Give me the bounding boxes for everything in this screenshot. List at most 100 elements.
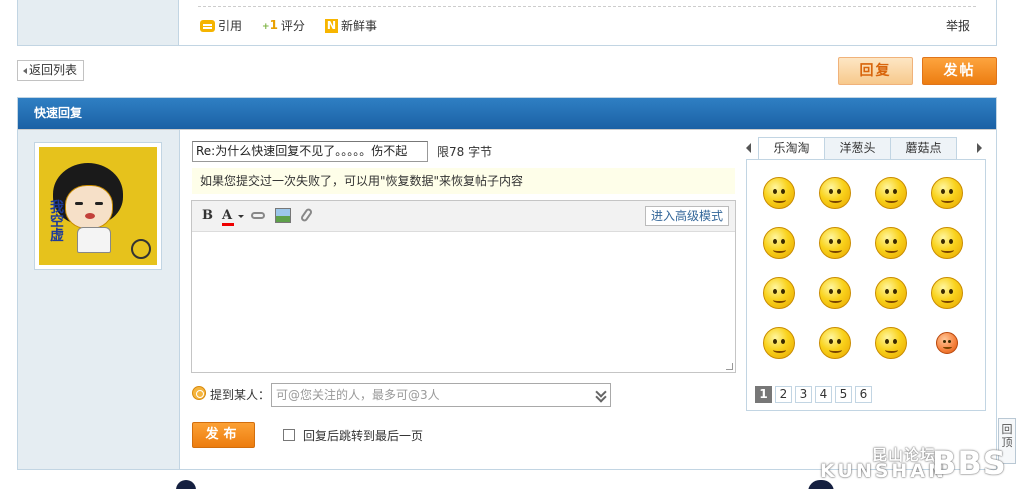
smiley-icon [819, 277, 851, 309]
chevron-left-icon [23, 67, 27, 74]
avatar-text: 我空虚 [50, 200, 64, 244]
page-button[interactable]: 4 [815, 386, 832, 403]
smilies-pagination: 1 2 3 4 5 6 [755, 386, 872, 403]
divider [198, 6, 976, 7]
news-label: 新鲜事 [340, 19, 377, 33]
advanced-mode-button[interactable]: 进入高级模式 [644, 206, 729, 226]
smiley-icon [875, 227, 907, 259]
page-button[interactable]: 1 [755, 386, 772, 403]
page-button[interactable]: 5 [835, 386, 852, 403]
quote-button[interactable]: 引用 [200, 17, 242, 34]
attachment-icon[interactable] [299, 207, 314, 223]
smiley-icon [936, 332, 958, 354]
quote-label: 引用 [218, 19, 243, 33]
news-icon: N [324, 18, 338, 33]
smiley-icon [875, 177, 907, 209]
mention-icon [192, 386, 206, 400]
image-icon[interactable] [275, 208, 291, 223]
smiley-item[interactable] [807, 318, 863, 368]
smiley-icon [763, 277, 795, 309]
smiley-icon [763, 327, 795, 359]
avatar-face [65, 185, 113, 229]
message-textarea[interactable] [192, 232, 735, 372]
smiley-item[interactable] [751, 218, 807, 268]
smiley-icon [931, 177, 963, 209]
rate-label: 评分 [280, 19, 305, 33]
smiley-icon [763, 227, 795, 259]
tab-mushroom[interactable]: 蘑菇点 [890, 137, 957, 159]
quick-reply-panel: 快速回复 我空虚 Re:为什么快速回复不见了。。。。。伤不起 限78 字节 如果… [17, 97, 997, 470]
smiley-icon [763, 177, 795, 209]
jump-last-page-checkbox[interactable] [283, 429, 295, 441]
post-footer-strip: 引用 +1 评分 N 新鲜事 举报 [17, 0, 997, 46]
page-button[interactable]: 2 [775, 386, 792, 403]
avatar-eye [75, 202, 83, 205]
mention-input[interactable]: 可@您关注的人，最多可@3人 [271, 383, 611, 407]
quick-reply-title: 快速回复 [18, 98, 996, 130]
back-to-top-button[interactable]: 回顶 [998, 418, 1016, 464]
rate-button[interactable]: +1 评分 [262, 17, 305, 34]
smiley-item[interactable] [807, 168, 863, 218]
smilies-grid [751, 168, 975, 368]
mention-placeholder: 可@您关注的人，最多可@3人 [276, 388, 440, 402]
restore-notice: 如果您提交过一次失败了，可以用"恢复数据"来恢复帖子内容 [192, 168, 735, 194]
new-post-button[interactable]: 发帖 [922, 57, 997, 85]
avatar-mouth [85, 213, 95, 219]
reply-button[interactable]: 回复 [838, 57, 913, 85]
subject-limit: 限78 字节 [437, 145, 493, 159]
avatar-eye [95, 202, 103, 205]
report-link[interactable]: 举报 [946, 17, 970, 34]
smiley-item[interactable] [807, 218, 863, 268]
news-button[interactable]: N 新鲜事 [324, 17, 377, 34]
editor: B A 进入高级模式 [191, 200, 736, 373]
tab-letaotao[interactable]: 乐淘淘 [758, 137, 825, 160]
smiley-icon [875, 327, 907, 359]
smiley-item[interactable] [807, 268, 863, 318]
smiley-icon [875, 277, 907, 309]
smiley-icon [819, 177, 851, 209]
prev-tab-icon[interactable] [746, 143, 751, 153]
avatar-badge-icon [131, 239, 151, 259]
submit-button[interactable]: 发布 [192, 422, 255, 448]
editor-toolbar: B A 进入高级模式 [192, 201, 735, 232]
post-actions: 引用 +1 评分 N 新鲜事 [200, 17, 377, 34]
smiley-item[interactable] [863, 268, 919, 318]
quick-reply-form: Re:为什么快速回复不见了。。。。。伤不起 限78 字节 如果您提交过一次失败了… [180, 130, 996, 469]
smiley-item[interactable] [919, 218, 975, 268]
avatar[interactable]: 我空虚 [39, 147, 157, 265]
quote-icon [200, 19, 215, 32]
smiley-icon [819, 327, 851, 359]
smiley-item[interactable] [863, 168, 919, 218]
page-button[interactable]: 3 [795, 386, 812, 403]
jump-last-page-label: 回复后跳转到最后一页 [303, 429, 424, 443]
smilies-box: 1 2 3 4 5 6 [746, 159, 986, 411]
next-tab-icon[interactable] [977, 143, 982, 153]
next-post-avatar [176, 480, 196, 489]
page-button[interactable]: 6 [855, 386, 872, 403]
user-column: 我空虚 [18, 130, 180, 469]
smiley-icon [931, 227, 963, 259]
bold-icon[interactable]: B [202, 209, 213, 223]
resize-grip-icon[interactable] [726, 363, 733, 370]
next-post-avatar [808, 480, 834, 489]
smiley-item[interactable] [751, 268, 807, 318]
smiley-item[interactable] [919, 318, 975, 368]
smiley-item[interactable] [863, 318, 919, 368]
plus-one-icon: +1 [262, 17, 278, 32]
mention-label: 提到某人： [210, 388, 271, 402]
font-color-icon[interactable]: A [222, 209, 244, 226]
subject-input[interactable]: Re:为什么快速回复不见了。。。。。伤不起 [192, 141, 428, 162]
avatar-frame: 我空虚 [34, 142, 162, 270]
post-author-column [18, 0, 179, 45]
smiley-item[interactable] [919, 168, 975, 218]
back-to-list-button[interactable]: 返回列表 [17, 60, 85, 81]
smilies-panel: 乐淘淘 洋葱头 蘑菇点 1 2 3 4 5 6 [746, 137, 986, 411]
smiley-icon [819, 227, 851, 259]
smiley-item[interactable] [919, 268, 975, 318]
link-icon[interactable] [251, 212, 265, 219]
smiley-item[interactable] [751, 168, 807, 218]
smiley-item[interactable] [863, 218, 919, 268]
tab-onion-head[interactable]: 洋葱头 [824, 137, 891, 159]
smiley-item[interactable] [751, 318, 807, 368]
smiley-icon [931, 277, 963, 309]
